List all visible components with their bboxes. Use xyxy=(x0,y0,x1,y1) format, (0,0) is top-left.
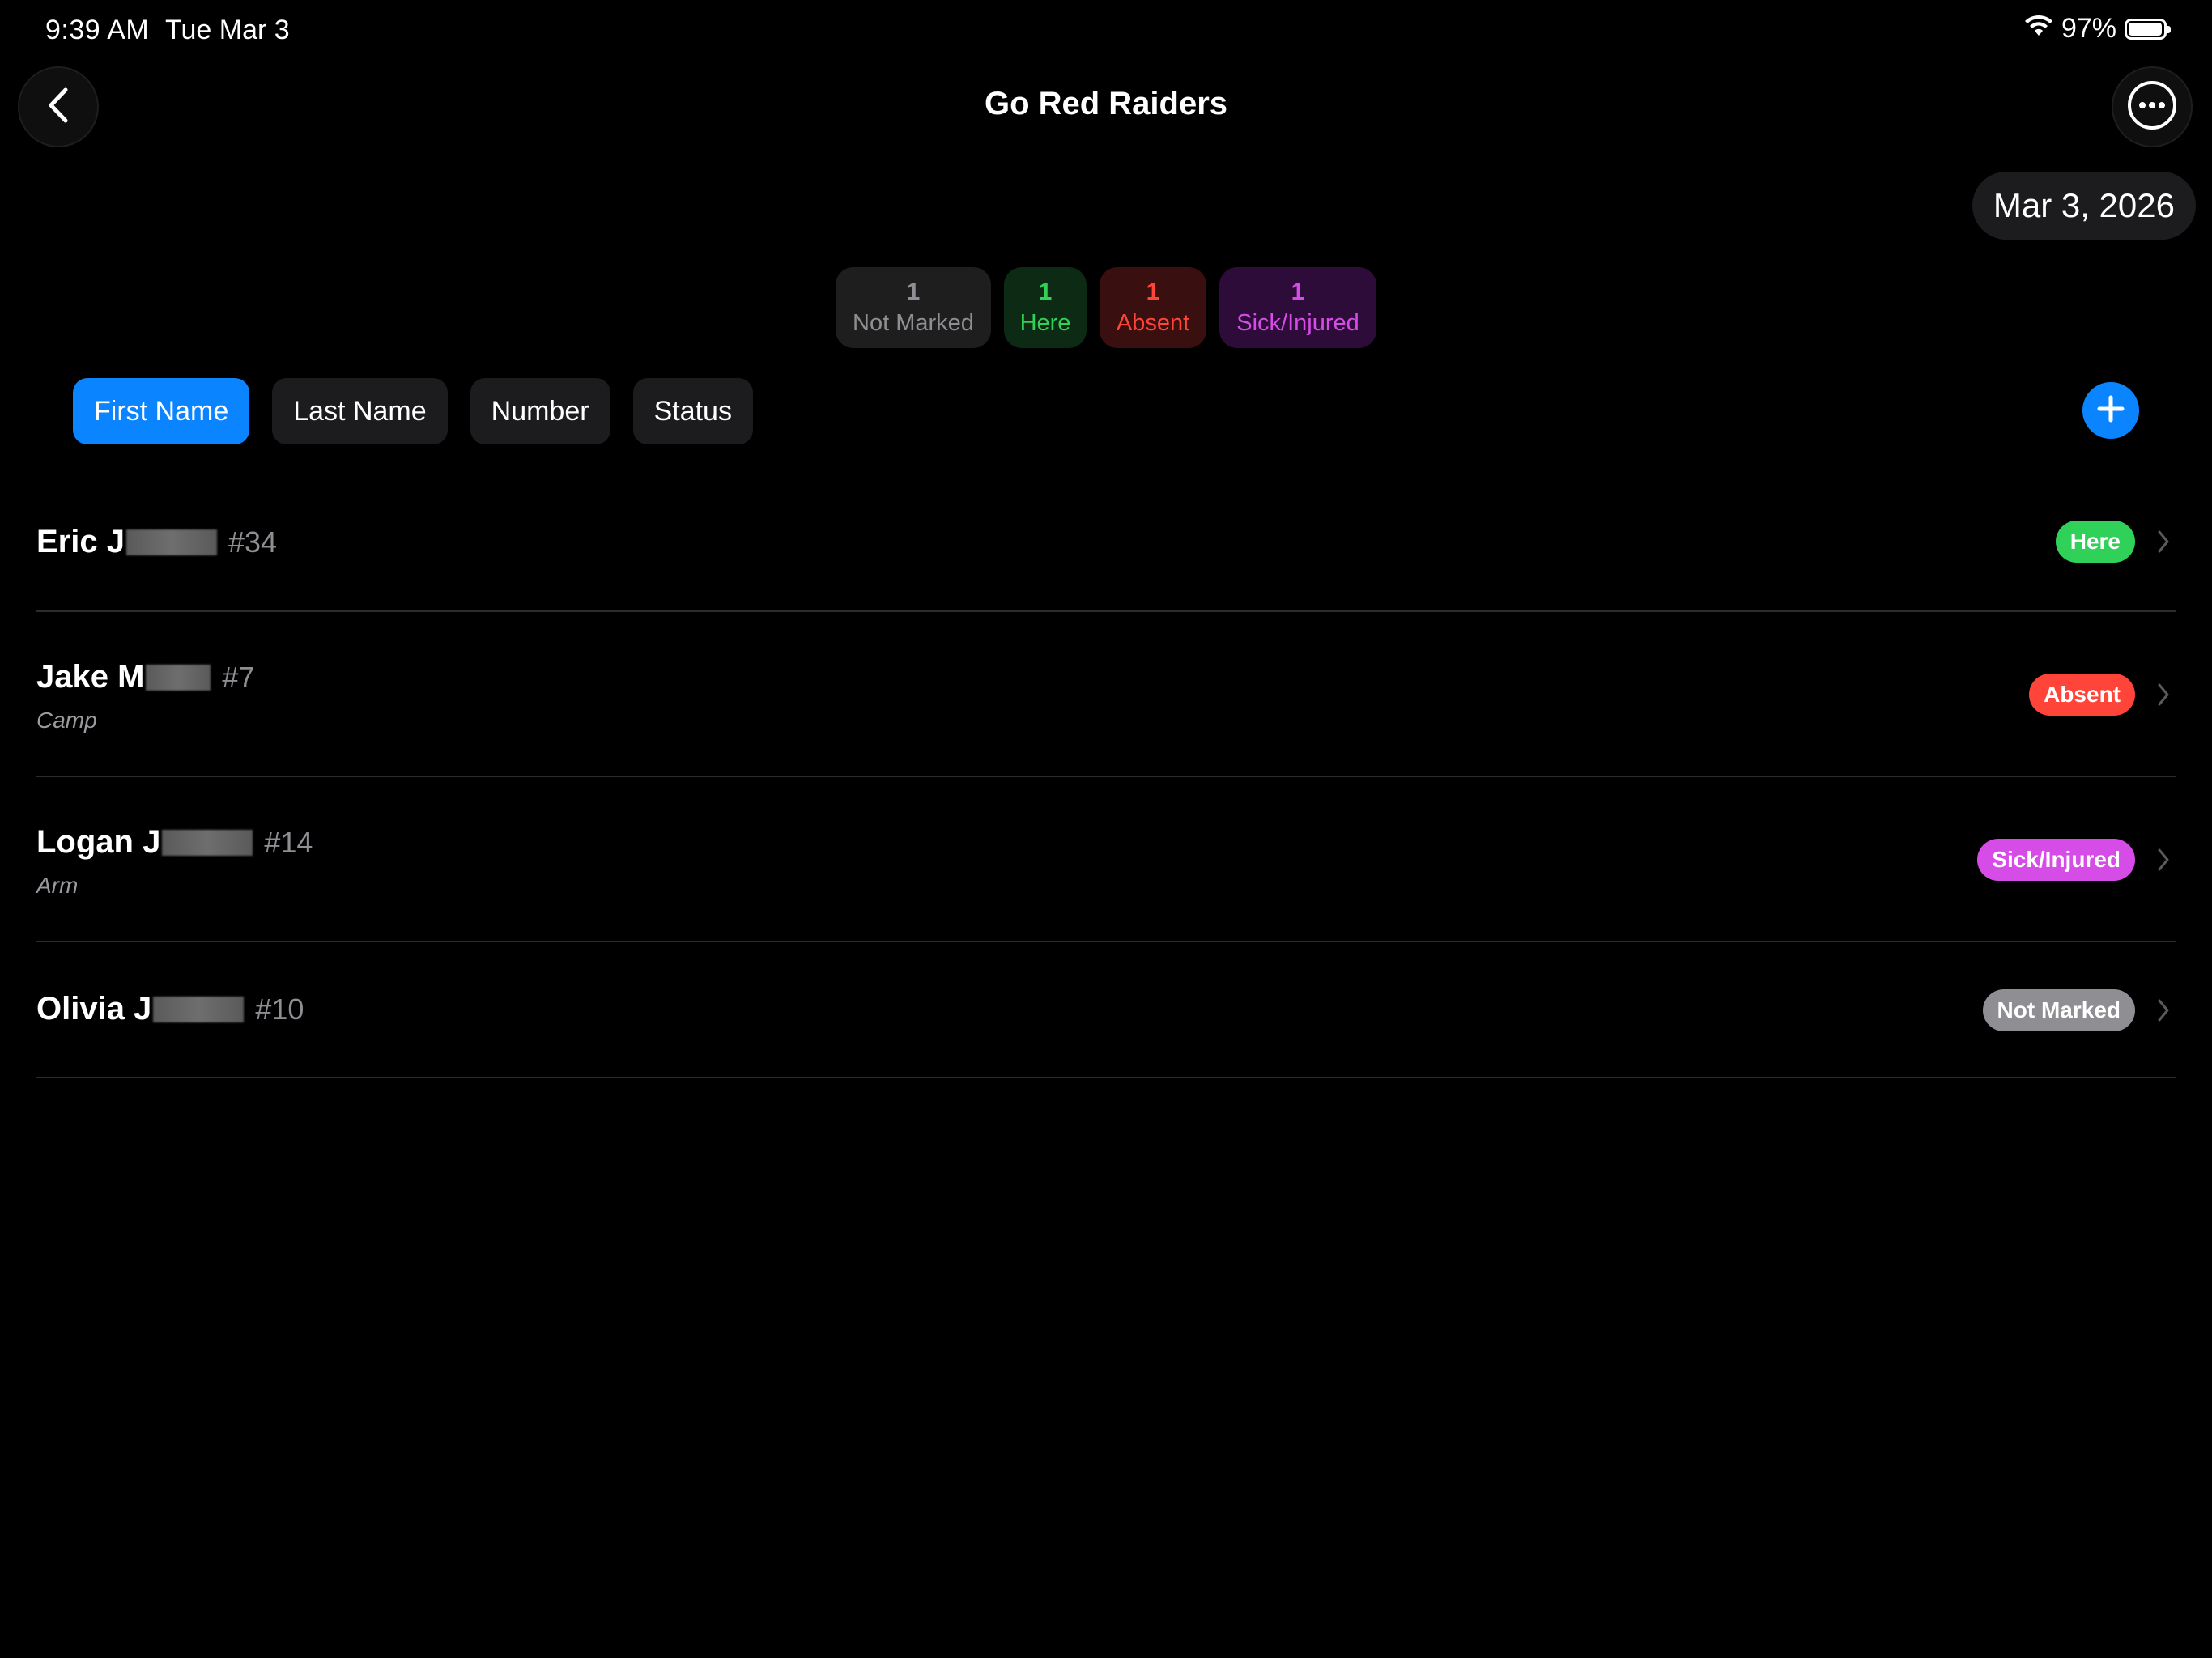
sort-tab-last-name[interactable]: Last Name xyxy=(272,378,448,444)
battery-fill xyxy=(2129,22,2162,36)
summary-not-marked[interactable]: 1 Not Marked xyxy=(836,267,991,348)
battery-icon xyxy=(2125,18,2171,40)
status-badge: Sick/Injured xyxy=(1977,839,2135,881)
plus-icon xyxy=(2096,394,2125,427)
redacted-surname xyxy=(153,996,245,1022)
summary-label: Sick/Injured xyxy=(1236,310,1359,336)
status-badge: Not Marked xyxy=(1982,989,2135,1031)
player-name: Eric J xyxy=(36,524,125,559)
summary-here[interactable]: 1 Here xyxy=(1004,267,1087,348)
player-row[interactable]: Olivia J #10 Not Marked xyxy=(36,942,2176,1078)
chevron-right-icon xyxy=(2151,525,2176,558)
player-number: #7 xyxy=(222,660,255,694)
sort-tabs: First Name Last Name Number Status xyxy=(73,378,753,444)
page-title: Go Red Raiders xyxy=(984,86,1228,121)
roster-screen: 9:39 AM Tue Mar 3 97% Go Red Raiders Mar… xyxy=(0,0,2212,1658)
summary-label: Not Marked xyxy=(853,310,974,336)
chevron-right-icon xyxy=(2151,844,2176,876)
summary-count: 1 xyxy=(1146,278,1160,305)
player-name-line: Olivia J #10 xyxy=(36,991,304,1027)
player-name-line: Logan J #14 xyxy=(36,824,313,861)
player-name: Olivia J xyxy=(36,991,152,1027)
player-list: Eric J #34 Here Jake M #7 Camp Absent Lo… xyxy=(36,474,2176,1078)
player-name: Jake M xyxy=(36,659,145,695)
status-badge: Absent xyxy=(2029,674,2135,716)
more-button[interactable] xyxy=(2112,66,2193,147)
player-name-line: Jake M #7 xyxy=(36,659,254,695)
sort-tab-first-name[interactable]: First Name xyxy=(73,378,250,444)
redacted-surname xyxy=(162,829,253,856)
status-badge: Here xyxy=(2055,521,2135,563)
player-note: Arm xyxy=(36,873,79,898)
redacted-surname xyxy=(146,664,211,691)
player-row[interactable]: Eric J #34 Here xyxy=(36,474,2176,612)
player-name: Logan J xyxy=(36,824,161,860)
summary-count: 1 xyxy=(906,278,921,305)
redacted-surname xyxy=(125,529,217,555)
summary-absent[interactable]: 1 Absent xyxy=(1100,267,1206,348)
attendance-summary: 1 Not Marked 1 Here 1 Absent 1 Sick/Inju… xyxy=(0,267,2212,348)
sort-tab-status[interactable]: Status xyxy=(632,378,753,444)
add-player-button[interactable] xyxy=(2082,382,2139,439)
chevron-right-icon xyxy=(2151,994,2176,1027)
player-note: Camp xyxy=(36,708,97,733)
ellipsis-circle-icon xyxy=(2126,79,2178,135)
wifi-icon xyxy=(2024,13,2053,45)
summary-label: Here xyxy=(1019,310,1071,336)
status-date: Tue Mar 3 xyxy=(165,15,290,45)
sort-tab-number[interactable]: Number xyxy=(470,378,610,444)
summary-count: 1 xyxy=(1038,278,1053,305)
summary-count: 1 xyxy=(1291,278,1305,305)
player-number: #10 xyxy=(255,992,304,1026)
battery-percent: 97% xyxy=(2061,13,2116,44)
status-time: 9:39 AM xyxy=(45,15,150,45)
player-number: #34 xyxy=(228,525,278,559)
player-name-line: Eric J #34 xyxy=(36,524,277,560)
chevron-right-icon xyxy=(2151,678,2176,711)
status-indicators: 97% xyxy=(2024,13,2171,45)
player-row[interactable]: Logan J #14 Arm Sick/Injured xyxy=(36,777,2176,942)
player-number: #14 xyxy=(264,825,313,859)
summary-label: Absent xyxy=(1116,310,1190,336)
summary-sick-injured[interactable]: 1 Sick/Injured xyxy=(1219,267,1376,348)
date-picker[interactable]: Mar 3, 2026 xyxy=(1972,172,2196,240)
player-row[interactable]: Jake M #7 Camp Absent xyxy=(36,612,2176,777)
